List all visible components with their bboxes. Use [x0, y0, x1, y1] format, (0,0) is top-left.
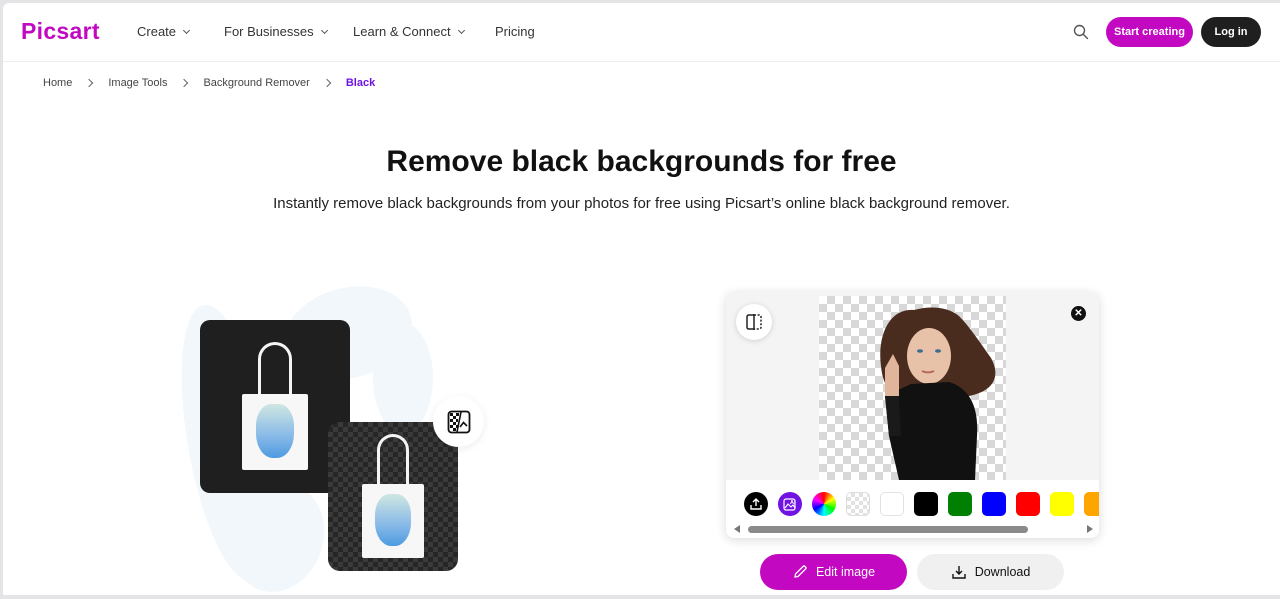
page-subtitle: Instantly remove black backgrounds from …	[273, 195, 1010, 212]
scrollbar-thumb[interactable]	[748, 526, 1028, 533]
chevron-right-icon	[180, 78, 189, 88]
preview-image	[880, 307, 996, 480]
start-creating-button[interactable]: Start creating	[1106, 17, 1193, 47]
compare-button[interactable]	[736, 304, 772, 340]
download-button[interactable]: Download	[917, 554, 1064, 590]
tote-bag-image	[362, 434, 424, 560]
swatch-black[interactable]	[914, 492, 938, 516]
chevron-down-icon	[182, 26, 191, 34]
breadcrumb-background-remover[interactable]: Background Remover	[203, 77, 309, 89]
background-remove-icon	[447, 410, 470, 433]
chevron-down-icon	[320, 26, 328, 34]
nav-pricing[interactable]: Pricing	[495, 24, 535, 39]
search-icon[interactable]	[1073, 24, 1089, 40]
nav-pricing-label: Pricing	[495, 24, 535, 39]
nav-for-businesses-label: For Businesses	[224, 24, 314, 39]
swatch-green[interactable]	[948, 492, 972, 516]
upload-icon	[750, 498, 762, 510]
ai-background-button[interactable]: AI	[778, 492, 802, 516]
svg-text:AI: AI	[790, 500, 796, 506]
breadcrumb-home[interactable]: Home	[43, 77, 72, 89]
compare-icon	[746, 314, 762, 330]
tote-bag-image	[242, 342, 308, 472]
nav-learn-connect[interactable]: Learn & Connect	[353, 24, 465, 39]
swatch-scrollbar[interactable]	[726, 523, 1099, 535]
download-icon	[952, 566, 966, 579]
background-swatches: AI	[744, 492, 1099, 516]
edit-image-button[interactable]: Edit image	[760, 554, 907, 590]
decorative-blob	[373, 323, 433, 433]
breadcrumb: Home Image Tools Background Remover Blac…	[43, 77, 375, 89]
editor-panel: ✕ AI	[726, 292, 1099, 538]
after-image	[328, 422, 458, 571]
breadcrumb-image-tools[interactable]: Image Tools	[108, 77, 167, 89]
chevron-right-icon	[85, 78, 94, 88]
close-icon[interactable]: ✕	[1071, 306, 1086, 321]
scroll-left-arrow-icon[interactable]	[734, 525, 740, 533]
swatch-blue[interactable]	[982, 492, 1006, 516]
chevron-right-icon	[322, 78, 332, 88]
transparent-canvas	[819, 296, 1006, 480]
nav-create-label: Create	[137, 24, 177, 39]
pencil-icon	[794, 565, 807, 578]
swatch-red[interactable]	[1016, 492, 1040, 516]
edit-image-label: Edit image	[815, 565, 876, 579]
swatch-white[interactable]	[880, 492, 904, 516]
ai-image-icon: AI	[783, 498, 796, 511]
page: Picsart Create For Businesses Learn & Co…	[3, 3, 1280, 595]
chevron-down-icon	[457, 26, 465, 34]
swatch-transparent[interactable]	[846, 492, 870, 516]
nav-for-businesses[interactable]: For Businesses	[224, 24, 328, 39]
scroll-right-arrow-icon[interactable]	[1087, 525, 1093, 533]
top-nav: Picsart Create For Businesses Learn & Co…	[3, 3, 1280, 62]
background-remove-button[interactable]	[433, 396, 484, 447]
image-preview: ✕	[726, 292, 1099, 480]
swatch-orange[interactable]	[1084, 492, 1099, 516]
color-wheel-icon[interactable]	[812, 492, 836, 516]
download-label: Download	[974, 565, 1031, 579]
picsart-logo[interactable]: Picsart	[21, 18, 100, 45]
nav-learn-connect-label: Learn & Connect	[353, 24, 451, 39]
nav-create[interactable]: Create	[137, 24, 191, 39]
log-in-button[interactable]: Log in	[1201, 17, 1261, 47]
breadcrumb-current: Black	[345, 77, 376, 89]
upload-button[interactable]	[744, 492, 768, 516]
swatch-yellow[interactable]	[1050, 492, 1074, 516]
page-title: Remove black backgrounds for free	[386, 145, 897, 178]
